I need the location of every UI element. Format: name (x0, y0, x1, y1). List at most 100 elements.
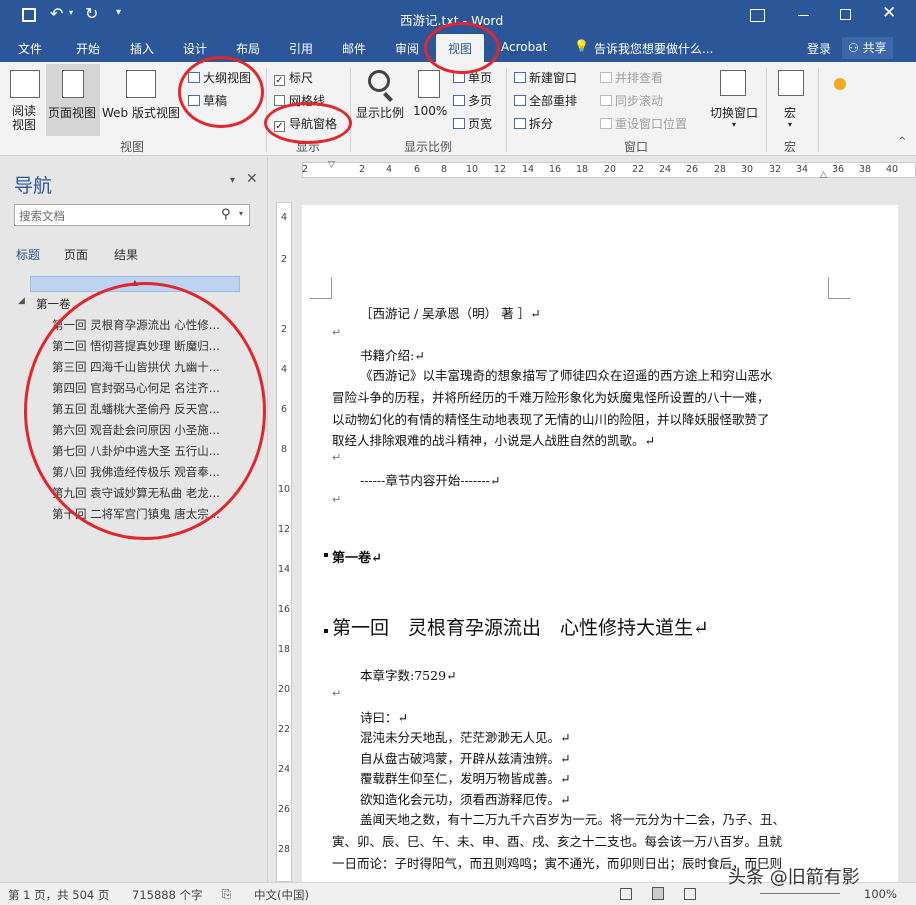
close-icon[interactable]: ✕ (882, 3, 896, 23)
annotation-circle (264, 102, 352, 144)
nav-close-icon[interactable]: ✕ (246, 171, 258, 187)
print-layout-icon[interactable] (652, 887, 664, 900)
ruler-track (276, 202, 292, 882)
ruler-number: 14 (278, 564, 291, 575)
nav-options-icon[interactable]: ▾ (230, 175, 235, 186)
search-icon[interactable]: ⚲ (221, 207, 231, 222)
arrange-all-button[interactable]: 全部重排 (514, 92, 577, 109)
tab-acrobat[interactable]: Acrobat (501, 40, 547, 54)
web-layout-icon (126, 70, 156, 98)
search-box[interactable]: 搜索文档 ⚲ ▾ (14, 204, 250, 226)
tab-mailings[interactable]: 邮件 (342, 40, 366, 57)
undo-icon[interactable]: ↶ (50, 4, 63, 23)
save-icon[interactable] (22, 8, 36, 22)
multiple-pages-icon (453, 95, 465, 106)
tell-me-box[interactable]: 告诉我您想要做什么... (594, 40, 713, 57)
zoom-level[interactable]: 100% (864, 887, 897, 901)
split-button[interactable]: 拆分 (514, 115, 553, 132)
side-by-side-icon (600, 72, 612, 83)
ruler-number: 40 (886, 164, 899, 175)
collapse-ribbon-icon[interactable]: ^ (898, 136, 906, 147)
horizontal-ruler[interactable]: 2 2 4 6 8 10 12 14 16 18 20 22 24 26 28 … (272, 158, 916, 182)
tab-home[interactable]: 开始 (76, 40, 100, 57)
ribbon: 阅读 视图 页面视图 Web 版式视图 大纲视图 草稿 视图 ✓ 标尺 网格线 ✓… (0, 62, 916, 156)
ribbon-display-icon[interactable] (750, 9, 765, 22)
magnifier-icon (368, 70, 390, 92)
zoom-slider[interactable] (760, 893, 840, 894)
separator (350, 68, 351, 152)
tab-insert[interactable]: 插入 (130, 40, 154, 57)
indent-marker[interactable]: △ (820, 170, 827, 180)
collapse-triangle-icon[interactable]: ◢ (18, 296, 25, 306)
side-by-side-button[interactable]: 并排查看 (600, 69, 663, 86)
search-input[interactable]: 搜索文档 (19, 208, 65, 224)
language-indicator[interactable]: 中文(中国) (254, 887, 309, 903)
print-layout-button[interactable]: 页面视图 (46, 64, 100, 136)
lightbulb-icon: 💡 (574, 39, 589, 53)
vertical-ruler[interactable]: 4 2 2 4 6 8 10 12 14 16 18 20 22 24 26 2… (272, 182, 294, 882)
macros-button[interactable]: 宏 ▾ (772, 66, 812, 136)
new-window-button[interactable]: 新建窗口 (514, 69, 577, 86)
undo-dropdown-icon[interactable]: ▾ (69, 8, 73, 17)
indent-marker[interactable]: ▽ (328, 160, 335, 170)
ruler-number: 16 (278, 604, 291, 615)
page-count[interactable]: 第 1 页，共 504 页 (8, 887, 109, 903)
macros-icon (778, 70, 804, 96)
web-layout-icon[interactable] (684, 888, 696, 900)
doc-line: 盖闻天地之数，有十二万九千六百岁为一元。将一元分为十二会，乃子、丑、 (360, 812, 786, 827)
ruler-checkbox[interactable]: ✓ 标尺 (274, 69, 313, 86)
minimize-icon[interactable] (798, 15, 809, 16)
page-width-button[interactable]: 页宽 (453, 115, 492, 132)
tab-review[interactable]: 审阅 (395, 40, 419, 57)
addin-icon[interactable] (834, 78, 846, 90)
check-icon: ✓ (274, 75, 285, 86)
tab-references[interactable]: 引用 (289, 40, 313, 57)
zoom-group-label: 显示比例 (404, 140, 453, 154)
ruler-number: 4 (281, 212, 288, 223)
customize-qat-icon[interactable]: ▾ (116, 7, 121, 18)
person-icon: ⚇ (848, 41, 859, 55)
arrange-all-icon (514, 95, 526, 106)
chevron-down-icon: ▾ (732, 120, 737, 129)
multiple-pages-label: 多页 (468, 94, 493, 108)
ruler-number: 24 (278, 764, 291, 775)
tab-design[interactable]: 设计 (183, 40, 207, 57)
redo-icon[interactable]: ↻ (85, 4, 98, 23)
tab-layout[interactable]: 布局 (236, 40, 260, 57)
zoom-button[interactable]: 显示比例 (356, 66, 406, 136)
doc-line: 《西游记》以丰富瑰奇的想象描写了师徒四众在迢遥的西方途上和穷山恶水 (360, 368, 773, 383)
ruler-number: 12 (494, 164, 507, 175)
doc-line: 诗曰：↵ (360, 710, 408, 725)
web-layout-button[interactable]: Web 版式视图 (100, 66, 182, 136)
doc-line: 冒险斗争的历程，并将所经历的千难万险形象化为妖魔鬼怪所设置的八十一难， (332, 390, 770, 405)
share-button[interactable]: ⚇ 共享 (842, 37, 893, 59)
ruler-number: 10 (466, 164, 479, 175)
nav-root-heading[interactable]: 第一卷 (36, 296, 71, 312)
reset-window-button[interactable]: 重设窗口位置 (600, 115, 687, 132)
tab-pages[interactable]: 页面 (64, 246, 88, 263)
tab-file[interactable]: 文件 (18, 40, 42, 57)
zoom-100-button[interactable]: 100% (410, 66, 450, 136)
proofing-icon[interactable]: ⎘ (222, 887, 231, 902)
ruler-number: 20 (604, 164, 617, 175)
chevron-down-icon[interactable]: ▾ (239, 209, 243, 218)
sync-scroll-button[interactable]: 同步滚动 (600, 92, 663, 109)
tab-results[interactable]: 结果 (114, 246, 138, 263)
tab-headings[interactable]: 标题 (16, 246, 40, 263)
doc-line: 以动物幻化的有情的精怪生动地表现了无情的山川的险阻，并以降妖服怪歌赞了 (332, 412, 770, 427)
switch-windows-label: 切换窗口 (710, 106, 759, 120)
maximize-icon[interactable] (840, 9, 851, 20)
ruler-number: 26 (686, 164, 699, 175)
word-count[interactable]: 715888 个字 (132, 887, 203, 903)
doc-line: 欲知造化会元功，须看西游释厄传。↵ (360, 792, 571, 807)
ruler-number: 16 (549, 164, 562, 175)
ruler-number: 20 (278, 684, 291, 695)
sign-in-link[interactable]: 登录 (807, 40, 831, 57)
switch-windows-button[interactable]: 切换窗口 ▾ (706, 66, 762, 136)
document-page[interactable]: ［西游记 / 吴承恩（明） 著 ］↵ ↵ 书籍介绍:↵ 《西游记》以丰富瑰奇的想… (302, 205, 898, 882)
doc-line: 寅、卯、辰、巳、午、未、申、酉、戌、亥之十二支也。每会该一万八百岁。且就 (332, 834, 783, 849)
multiple-pages-button[interactable]: 多页 (453, 92, 492, 109)
read-mode-button[interactable]: 阅读 视图 (6, 66, 44, 136)
ruler-number: 22 (632, 164, 645, 175)
read-mode-icon[interactable] (620, 888, 632, 900)
